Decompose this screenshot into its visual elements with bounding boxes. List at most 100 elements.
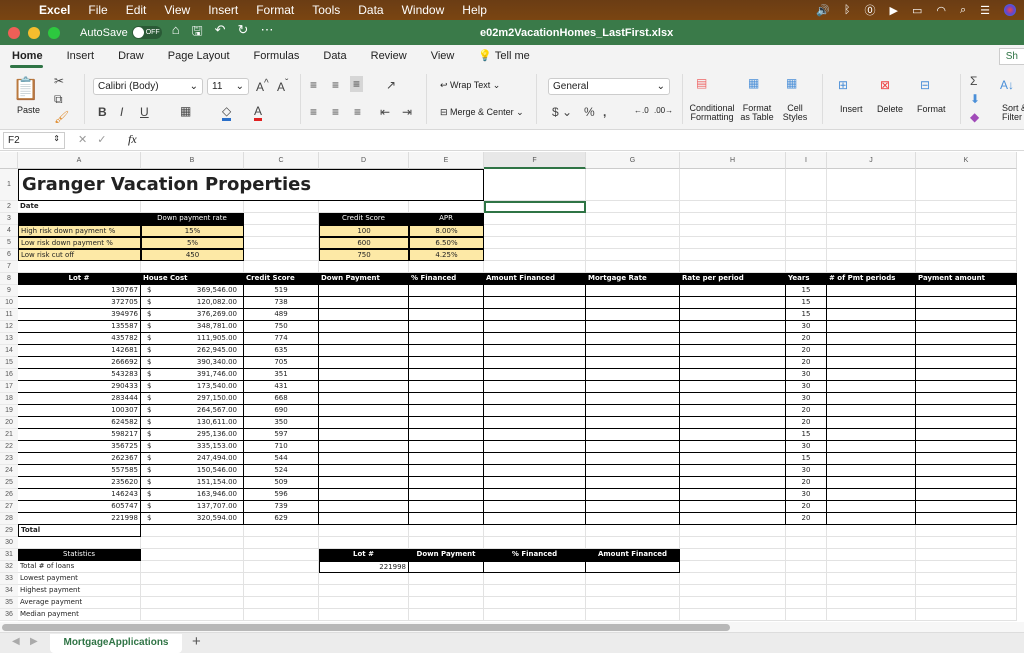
paste-label[interactable]: Paste (17, 105, 40, 115)
menu-view[interactable]: View (155, 3, 199, 17)
empty-calc-cell[interactable] (319, 369, 409, 381)
house-cost[interactable]: $111,905.00 (141, 333, 244, 345)
empty-calc-cell[interactable] (586, 393, 680, 405)
cell[interactable] (141, 561, 244, 573)
undo-icon[interactable]: ↶ (215, 22, 226, 44)
control-center-icon[interactable]: ☰ (980, 4, 990, 17)
empty-calc-cell[interactable] (680, 297, 786, 309)
years[interactable]: 20 (786, 513, 827, 525)
cell[interactable] (586, 597, 680, 609)
fill-color-icon[interactable]: ◇ (222, 104, 232, 121)
lot-number[interactable]: 142681 (18, 345, 141, 357)
column-header-a[interactable]: A (18, 152, 141, 169)
add-sheet-button[interactable]: + (192, 633, 201, 650)
cell[interactable] (916, 573, 1017, 585)
credit-score[interactable]: 351 (244, 369, 319, 381)
cell[interactable] (827, 549, 916, 561)
years[interactable]: 30 (786, 393, 827, 405)
years[interactable]: 30 (786, 441, 827, 453)
row-header[interactable]: 22 (0, 441, 18, 453)
cell[interactable] (786, 261, 827, 273)
row-header[interactable]: 25 (0, 477, 18, 489)
column-title[interactable]: Lot # (18, 273, 141, 285)
empty-calc-cell[interactable] (680, 405, 786, 417)
lot-number[interactable]: 557585 (18, 465, 141, 477)
wrap-text-button[interactable]: ↩ Wrap Text ⌄ (440, 80, 500, 91)
column-header-k[interactable]: K (916, 152, 1017, 169)
credit-score[interactable]: 431 (244, 381, 319, 393)
tab-page-layout[interactable]: Page Layout (156, 45, 242, 68)
empty-calc-cell[interactable] (484, 417, 586, 429)
cell[interactable] (409, 585, 484, 597)
cell[interactable] (141, 261, 244, 273)
payment-amount[interactable] (916, 441, 1017, 453)
cell[interactable] (409, 537, 484, 549)
lot-number[interactable]: 146243 (18, 489, 141, 501)
payment-amount[interactable] (916, 285, 1017, 297)
next-sheet-icon[interactable]: ▶ (30, 636, 38, 647)
cell[interactable] (141, 585, 244, 597)
apr-credit-score[interactable]: 750 (319, 249, 409, 261)
home-icon[interactable]: ⌂ (172, 22, 180, 44)
cell[interactable] (141, 525, 244, 537)
zoom-window-button[interactable] (48, 26, 60, 39)
credit-score-header[interactable]: Credit Score (319, 213, 409, 225)
align-right-icon[interactable]: ≡ (354, 105, 361, 119)
increase-indent-icon[interactable]: ⇥ (402, 105, 412, 119)
lookup-header[interactable]: % Financed (484, 549, 586, 561)
years[interactable]: 30 (786, 381, 827, 393)
column-title[interactable]: % Financed (409, 273, 484, 285)
empty-calc-cell[interactable] (484, 477, 586, 489)
cell[interactable] (141, 537, 244, 549)
cell[interactable] (916, 213, 1017, 225)
row-header[interactable]: 21 (0, 429, 18, 441)
empty-calc-cell[interactable] (484, 285, 586, 297)
decrease-indent-icon[interactable]: ⇤ (380, 105, 390, 119)
select-all-corner[interactable] (0, 152, 18, 169)
empty-calc-cell[interactable] (484, 489, 586, 501)
statistics-label[interactable]: Lowest payment (18, 573, 141, 585)
minimize-window-button[interactable] (28, 26, 40, 39)
cell[interactable] (916, 609, 1017, 621)
cancel-icon[interactable]: ✕ (78, 134, 97, 146)
empty-calc-cell[interactable] (484, 405, 586, 417)
years[interactable]: 30 (786, 321, 827, 333)
pmt-periods[interactable] (827, 489, 916, 501)
cell[interactable] (916, 549, 1017, 561)
bluetooth-icon[interactable]: ᛒ (844, 4, 851, 16)
total-label[interactable]: Total (18, 525, 141, 537)
cell[interactable] (786, 525, 827, 537)
cell[interactable] (141, 549, 244, 561)
cell[interactable] (409, 201, 484, 213)
empty-calc-cell[interactable] (586, 285, 680, 297)
menu-file[interactable]: File (79, 3, 116, 17)
empty-calc-cell[interactable] (586, 297, 680, 309)
date-label[interactable]: Date (18, 201, 141, 213)
row-header[interactable]: 14 (0, 345, 18, 357)
house-cost[interactable]: $120,082.00 (141, 297, 244, 309)
credit-score[interactable]: 509 (244, 477, 319, 489)
cell[interactable] (916, 201, 1017, 213)
cell[interactable] (786, 537, 827, 549)
years[interactable]: 30 (786, 369, 827, 381)
column-title[interactable]: # of Pmt periods (827, 273, 916, 285)
name-box[interactable]: F2 ⇕ (3, 132, 65, 149)
cell[interactable] (916, 525, 1017, 537)
row-header[interactable]: 26 (0, 489, 18, 501)
pmt-periods[interactable] (827, 453, 916, 465)
cell[interactable] (586, 609, 680, 621)
credit-score[interactable]: 635 (244, 345, 319, 357)
empty-calc-cell[interactable] (319, 309, 409, 321)
credit-score[interactable]: 596 (244, 489, 319, 501)
cell[interactable] (141, 573, 244, 585)
cell[interactable] (484, 225, 586, 237)
font-size-select[interactable]: 11 ⌄ (207, 78, 249, 95)
row-header[interactable]: 12 (0, 321, 18, 333)
empty-calc-cell[interactable] (484, 309, 586, 321)
cell[interactable] (586, 525, 680, 537)
payment-amount[interactable] (916, 369, 1017, 381)
apr-value[interactable]: 4.25% (409, 249, 484, 261)
cell[interactable] (680, 237, 786, 249)
align-middle-icon[interactable]: ≡ (332, 78, 339, 92)
empty-calc-cell[interactable] (680, 441, 786, 453)
